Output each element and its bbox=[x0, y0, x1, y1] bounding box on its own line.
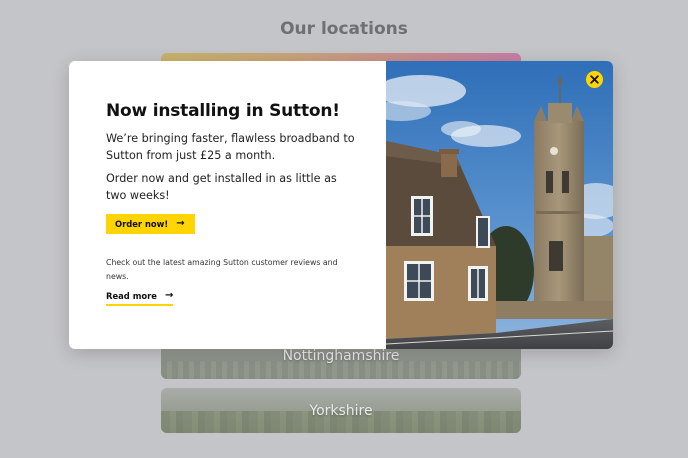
close-modal-button[interactable] bbox=[586, 71, 603, 88]
read-more-link[interactable]: Read more → bbox=[106, 290, 174, 306]
read-more-label: Read more bbox=[106, 291, 157, 301]
reviews-text: Check out the latest amazing Sutton cust… bbox=[106, 258, 338, 281]
order-now-label: Order now! bbox=[115, 219, 169, 229]
modal-title: Now installing in Sutton! bbox=[106, 101, 340, 121]
page-heading: Our locations bbox=[280, 19, 408, 39]
modal-content: Now installing in Sutton! We’re bringing… bbox=[106, 101, 356, 306]
location-card-yorkshire[interactable]: Yorkshire bbox=[161, 388, 521, 433]
location-card-label: Yorkshire bbox=[309, 402, 373, 419]
church-street-photo bbox=[386, 61, 613, 349]
close-icon bbox=[590, 75, 599, 84]
location-card-label: Nottinghamshire bbox=[282, 348, 400, 364]
modal-paragraph-install: Order now and get installed in as little… bbox=[106, 172, 337, 202]
arrow-right-icon: → bbox=[176, 218, 185, 229]
church-scene-illustration bbox=[386, 61, 613, 349]
modal-paragraph-price: We’re bringing faster, flawless broadban… bbox=[106, 132, 355, 162]
order-now-button[interactable]: Order now! → bbox=[106, 214, 195, 234]
arrow-right-icon: → bbox=[164, 290, 174, 301]
sutton-promo-modal: Now installing in Sutton! We’re bringing… bbox=[69, 61, 613, 349]
